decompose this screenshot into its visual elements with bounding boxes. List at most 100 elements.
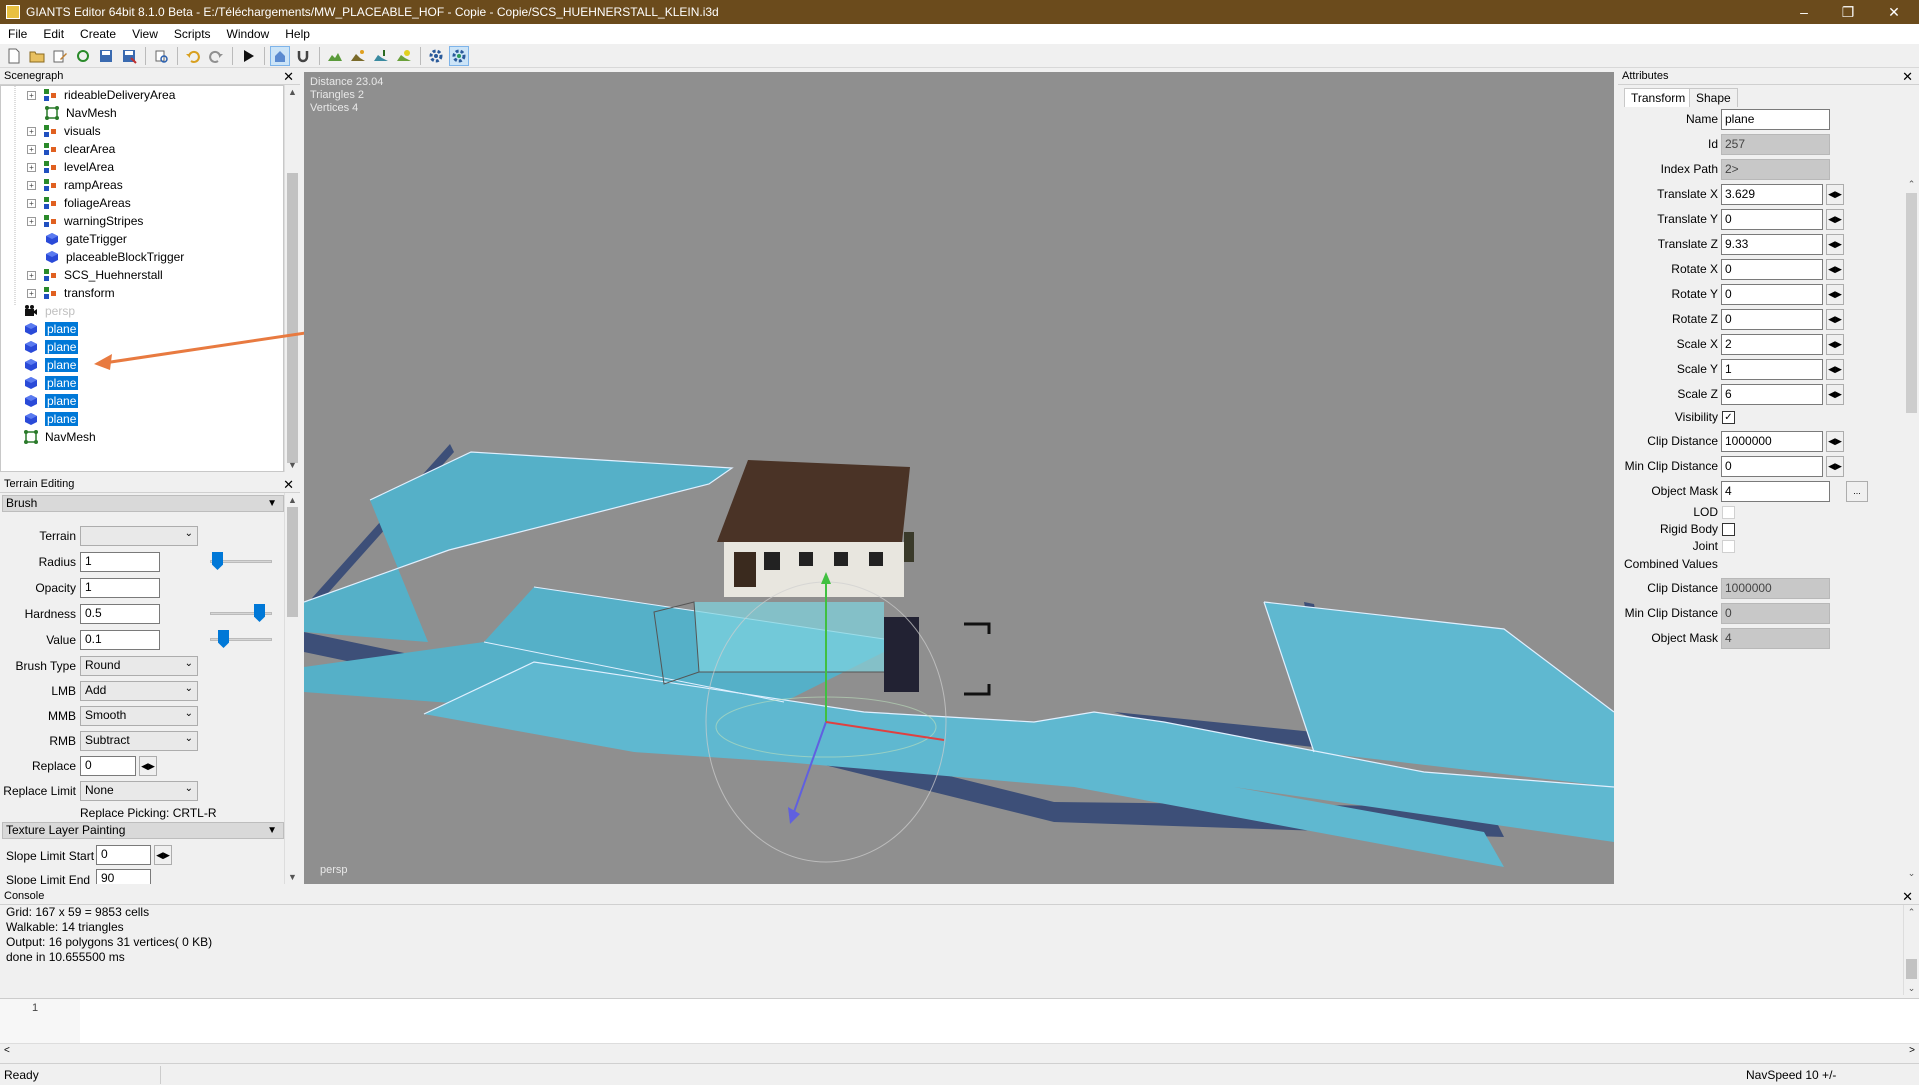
menu-edit[interactable]: Edit (35, 27, 72, 41)
lmb-select[interactable]: Add ⌄ (80, 681, 198, 701)
mmb-select[interactable]: Smooth ⌄ (80, 706, 198, 726)
attr-name-input[interactable]: plane (1721, 109, 1830, 130)
scenegraph-item[interactable]: gateTrigger (27, 230, 127, 248)
scenegraph-item[interactable]: NavMesh (27, 104, 117, 122)
expand-toggle-icon[interactable]: + (27, 198, 36, 208)
menu-create[interactable]: Create (72, 27, 124, 41)
close-icon[interactable]: ✕ (283, 68, 294, 85)
attr-sz-input[interactable]: 6 (1721, 384, 1823, 405)
attr-min-clip-spinner[interactable]: ◀▶ (1826, 456, 1844, 477)
scenegraph-item[interactable]: plane (23, 320, 79, 338)
scenegraph-item[interactable]: plane (23, 392, 79, 410)
play-icon[interactable] (238, 46, 258, 66)
tab-shape[interactable]: Shape (1689, 88, 1738, 107)
close-window-button[interactable]: ✕ (1872, 0, 1916, 24)
slope-start-spinner[interactable]: ◀▶ (154, 845, 172, 865)
attr-sy-input[interactable]: 1 (1721, 359, 1823, 380)
object-mask-more-button[interactable]: ... (1846, 481, 1868, 502)
reload-icon[interactable] (151, 46, 171, 66)
scenegraph-item[interactable]: + foliageAreas (27, 194, 131, 212)
attr-ty-spinner[interactable]: ◀▶ (1826, 209, 1844, 230)
attr-rx-spinner[interactable]: ◀▶ (1826, 259, 1844, 280)
terrain-select[interactable]: ⌄ (80, 526, 198, 546)
texture-layer-section-header[interactable]: Texture Layer Painting ▼ (2, 822, 284, 839)
close-icon[interactable]: ✕ (1902, 888, 1913, 905)
scenegraph-item[interactable]: + rideableDeliveryArea (27, 86, 175, 104)
attr-joint-checkbox[interactable] (1722, 540, 1735, 553)
scenegraph-item[interactable]: + rampAreas (27, 176, 123, 194)
rmb-select[interactable]: Subtract ⌄ (80, 731, 198, 751)
attr-rx-input[interactable]: 0 (1721, 259, 1823, 280)
attr-sx-spinner[interactable]: ◀▶ (1826, 334, 1844, 355)
new-file-icon[interactable] (4, 46, 24, 66)
minimize-button[interactable]: – (1782, 0, 1826, 24)
collapse-triangle-icon[interactable]: ▼ (267, 496, 277, 511)
scroll-down-arrow[interactable]: ▼ (285, 870, 300, 884)
magnet-icon[interactable] (293, 46, 313, 66)
radius-slider-thumb[interactable] (212, 552, 223, 570)
value-input[interactable]: 0.1 (80, 630, 160, 650)
open-folder-icon[interactable] (27, 46, 47, 66)
hardness-input[interactable]: 0.5 (80, 604, 160, 624)
replace-input[interactable]: 0 (80, 756, 136, 776)
brush-section-header[interactable]: Brush ▼ (2, 495, 284, 512)
scenegraph-item[interactable]: + SCS_Huehnerstall (27, 266, 163, 284)
close-icon[interactable]: ✕ (283, 476, 294, 493)
attr-rz-input[interactable]: 0 (1721, 309, 1823, 330)
expand-toggle-icon[interactable]: + (27, 270, 36, 280)
scenegraph-item[interactable]: + levelArea (27, 158, 114, 176)
scroll-up-arrow[interactable]: ⌃ (1904, 177, 1919, 191)
radius-input[interactable]: 1 (80, 552, 160, 572)
scroll-thumb[interactable] (287, 173, 298, 463)
scroll-down-arrow[interactable]: ⌄ (1904, 866, 1919, 880)
replace-spinner[interactable]: ◀▶ (139, 756, 157, 776)
console-horizontal-scrollbar[interactable]: < > (0, 1043, 1919, 1060)
select-mode-icon[interactable] (270, 45, 290, 66)
attr-ty-input[interactable]: 0 (1721, 209, 1823, 230)
scenegraph-item[interactable]: + visuals (27, 122, 101, 140)
close-icon[interactable]: ✕ (1902, 68, 1913, 85)
redo-icon[interactable] (206, 46, 226, 66)
attr-tx-input[interactable]: 3.629 (1721, 184, 1823, 205)
scenegraph-item[interactable]: + clearArea (27, 140, 115, 158)
console-scrollbar[interactable]: ⌃ ⌄ (1903, 905, 1918, 995)
scenegraph-item[interactable]: persp (23, 302, 75, 320)
slope-end-input[interactable]: 90 (96, 869, 151, 884)
attr-object-mask-input[interactable]: 4 (1721, 481, 1830, 502)
save-icon[interactable] (96, 46, 116, 66)
replace-limit-select[interactable]: None ⌄ (80, 781, 198, 801)
attr-tx-spinner[interactable]: ◀▶ (1826, 184, 1844, 205)
expand-toggle-icon[interactable]: + (27, 216, 36, 226)
slope-start-input[interactable]: 0 (96, 845, 151, 865)
scroll-thumb[interactable] (1906, 193, 1917, 413)
save-as-icon[interactable] (119, 46, 139, 66)
tab-transform[interactable]: Transform (1624, 88, 1693, 107)
menu-scripts[interactable]: Scripts (166, 27, 219, 41)
attributes-scrollbar[interactable]: ⌃ ⌄ (1904, 85, 1919, 880)
menu-view[interactable]: View (124, 27, 166, 41)
maximize-button[interactable]: ❐ (1826, 0, 1870, 24)
collapse-triangle-icon[interactable]: ▼ (267, 823, 277, 838)
value-slider-thumb[interactable] (218, 630, 229, 648)
brush-type-select[interactable]: Round ⌄ (80, 656, 198, 676)
scenegraph-item[interactable]: plane (23, 374, 79, 392)
settings-gear-icon[interactable] (426, 46, 446, 66)
attr-lod-checkbox[interactable] (1722, 506, 1735, 519)
console-input-area[interactable]: 1 (0, 998, 1919, 1044)
expand-toggle-icon[interactable]: + (27, 288, 36, 298)
scenegraph-item[interactable]: plane (23, 356, 79, 374)
scenegraph-item[interactable]: plane (23, 338, 79, 356)
scenegraph-scrollbar[interactable]: ▲ ▼ (284, 85, 299, 472)
expand-toggle-icon[interactable]: + (27, 144, 36, 154)
scenegraph-item[interactable]: placeableBlockTrigger (27, 248, 184, 266)
menu-file[interactable]: File (0, 27, 35, 41)
scroll-thumb[interactable] (1906, 959, 1917, 979)
expand-toggle-icon[interactable]: + (27, 90, 36, 100)
scenegraph-tree[interactable]: + rideableDeliveryArea NavMesh + visuals + cle… (0, 85, 284, 472)
scenegraph-item[interactable]: + warningStripes (27, 212, 143, 230)
attr-min-clip-input[interactable]: 0 (1721, 456, 1823, 477)
expand-toggle-icon[interactable]: + (27, 180, 36, 190)
attr-ry-input[interactable]: 0 (1721, 284, 1823, 305)
attr-tz-spinner[interactable]: ◀▶ (1826, 234, 1844, 255)
terrain-paint-icon[interactable] (348, 46, 368, 66)
